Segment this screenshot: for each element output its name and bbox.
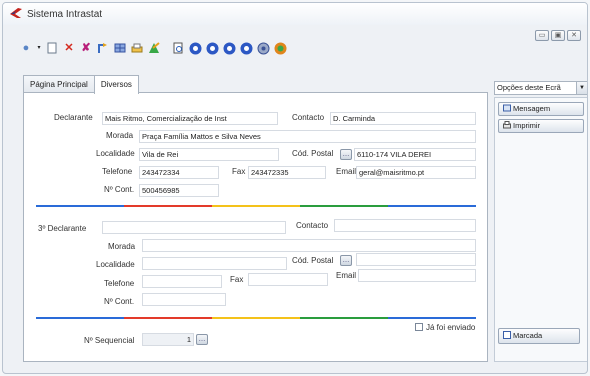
terceiro-fax-label: Fax	[230, 275, 244, 284]
contacto-field[interactable]: D. Carminda	[330, 112, 476, 125]
terceiro-cod-postal-lookup-button[interactable]: …	[340, 255, 352, 266]
terceiro-email-field[interactable]	[358, 269, 476, 282]
marcada-button[interactable]: Marcada	[498, 328, 580, 344]
morada-field[interactable]: Praça Família Mattos e Silva Neves	[139, 130, 476, 143]
section-divider	[36, 317, 476, 319]
terceiro-localidade-field[interactable]	[142, 257, 287, 270]
close-button[interactable]: ✕	[567, 30, 581, 41]
terceiro-cod-postal-label: Cód. Postal	[292, 256, 334, 265]
grid-icon[interactable]	[113, 41, 127, 55]
contacto-label: Contacto	[292, 113, 325, 122]
terceiro-telefone-field[interactable]	[142, 275, 222, 288]
email-field[interactable]: geral@maisritmo.pt	[356, 166, 476, 179]
ja-enviado-label: Já foi enviado	[426, 323, 476, 332]
app-window: Sistema Intrastat ▭ ▣ ✕ ● ▾ ✕ ✘ Página P…	[2, 2, 588, 374]
terceiro-telefone-label: Telefone	[104, 279, 135, 288]
exit-icon[interactable]	[273, 41, 287, 55]
ncont-label: Nº Cont.	[104, 185, 135, 194]
terceiro-localidade-label: Localidade	[96, 260, 135, 269]
localidade-label: Localidade	[96, 149, 135, 158]
dropdown-icon[interactable]: ▾	[36, 41, 42, 55]
terceiro-contacto-label: Contacto	[296, 221, 329, 230]
fax-label: Fax	[232, 167, 246, 176]
terceiro-fax-field[interactable]	[248, 273, 328, 286]
terceiro-morada-field[interactable]	[142, 239, 476, 252]
chevron-down-icon: ▼	[576, 82, 587, 94]
ncont-field[interactable]: 500456985	[139, 184, 219, 197]
terceiro-declarante-label: 3º Declarante	[38, 224, 87, 233]
fax-field[interactable]: 243472335	[248, 166, 326, 179]
side-options-panel: Mensagem Imprimir Marcada	[494, 97, 587, 362]
sequencial-field[interactable]: 1	[142, 333, 194, 346]
toolbar: ● ▾ ✕ ✘	[19, 39, 287, 57]
delete-icon[interactable]: ✕	[62, 41, 76, 55]
refresh-icon[interactable]	[256, 41, 270, 55]
title-bar: Sistema Intrastat	[3, 3, 587, 25]
cod-postal-lookup-button[interactable]: …	[340, 149, 352, 160]
preview-icon[interactable]	[171, 41, 185, 55]
previous-icon[interactable]	[205, 41, 219, 55]
telefone-field[interactable]: 243472334	[139, 166, 219, 179]
print-icon	[503, 121, 511, 129]
marcada-icon	[503, 330, 511, 339]
mensagem-button[interactable]: Mensagem	[498, 102, 584, 116]
terceiro-email-label: Email	[336, 271, 357, 280]
minimize-button[interactable]: ▭	[535, 30, 549, 41]
localidade-field[interactable]: Vila de Rei	[139, 148, 279, 161]
terceiro-contacto-field[interactable]	[334, 219, 476, 232]
export-icon[interactable]	[96, 41, 110, 55]
email-label: Email	[336, 167, 357, 176]
cod-postal-label: Cód. Postal	[292, 149, 334, 158]
terceiro-cod-postal-field[interactable]	[356, 253, 476, 266]
declarante-label: Declarante	[54, 113, 93, 122]
cancel-icon[interactable]: ✘	[79, 41, 93, 55]
message-icon	[503, 104, 511, 112]
maximize-button[interactable]: ▣	[551, 30, 565, 41]
tab-pagina-principal[interactable]: Página Principal	[23, 75, 95, 93]
ja-enviado-checkbox[interactable]	[415, 323, 423, 331]
window-title: Sistema Intrastat	[27, 9, 103, 20]
terceiro-ncont-field[interactable]	[142, 293, 226, 306]
declarante-field[interactable]: Mais Ritmo, Comercialização de Inst	[102, 112, 278, 125]
new-icon[interactable]: ●	[19, 41, 33, 55]
first-icon[interactable]	[188, 41, 202, 55]
section-divider	[36, 205, 476, 207]
terceiro-morada-label: Morada	[108, 242, 136, 251]
opcoes-select-value: Opções deste Ecrã	[497, 83, 561, 92]
morada-label: Morada	[106, 131, 134, 140]
merge-icon[interactable]	[147, 41, 161, 55]
tab-diversos[interactable]: Diversos	[93, 75, 139, 94]
last-icon[interactable]	[239, 41, 253, 55]
app-logo-icon	[10, 8, 22, 18]
sequencial-label: Nº Sequencial	[84, 336, 135, 345]
imprimir-button[interactable]: Imprimir	[498, 119, 584, 133]
terceiro-ncont-label: Nº Cont.	[104, 297, 135, 306]
opcoes-select[interactable]: Opções deste Ecrã ▼	[494, 81, 587, 95]
sequencial-lookup-button[interactable]: …	[196, 334, 208, 345]
print-icon[interactable]	[130, 41, 144, 55]
terceiro-declarante-field[interactable]	[102, 221, 286, 234]
diversos-panel: Declarante Mais Ritmo, Comercialização d…	[23, 92, 488, 362]
next-icon[interactable]	[222, 41, 236, 55]
document-icon[interactable]	[45, 41, 59, 55]
cod-postal-field[interactable]: 6110-174 VILA DEREI	[354, 148, 476, 161]
telefone-label: Telefone	[102, 167, 133, 176]
